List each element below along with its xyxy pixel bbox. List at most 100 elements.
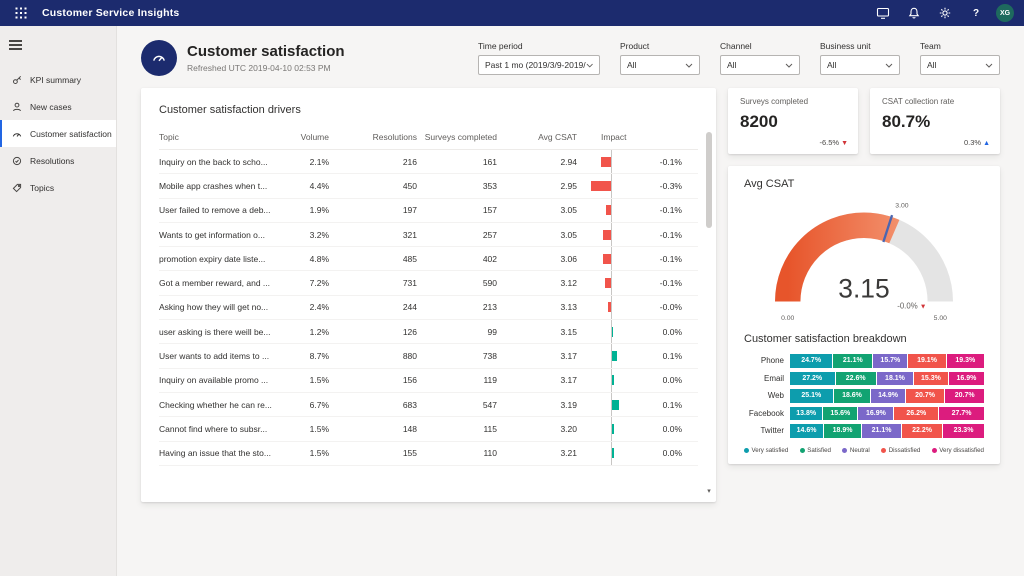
- bar-segment[interactable]: 24.7%: [790, 354, 832, 368]
- column-header-topic[interactable]: Topic: [159, 132, 281, 142]
- bar-segment[interactable]: 13.8%: [790, 407, 822, 421]
- kpi-value: 8200: [740, 112, 846, 132]
- sidebar-item-customer-satisfaction[interactable]: Customer satisfaction: [0, 120, 116, 147]
- topic-cell: User wants to add items to ...: [159, 351, 281, 361]
- time-period-dropdown[interactable]: Past 1 mo (2019/3/9-2019/...: [478, 55, 600, 75]
- bar-segment[interactable]: 27.2%: [790, 372, 835, 386]
- sidebar-item-resolutions[interactable]: Resolutions: [0, 147, 116, 174]
- surveys-cell: 99: [417, 327, 497, 337]
- channel-dropdown[interactable]: All: [720, 55, 800, 75]
- resolutions-cell: 321: [329, 230, 417, 240]
- topic-cell: Mobile app crashes when t...: [159, 181, 281, 191]
- help-icon[interactable]: ?: [965, 2, 987, 24]
- table-scrollbar[interactable]: ▾: [705, 132, 713, 496]
- impact-cell: 0.0%: [577, 320, 698, 343]
- impact-bar-area: [587, 174, 635, 197]
- bar-segment[interactable]: 20.7%: [906, 389, 945, 403]
- table-row[interactable]: User wants to add items to ...8.7%880738…: [159, 344, 698, 368]
- hamburger-menu-icon[interactable]: [9, 34, 37, 56]
- impact-cell: -0.1%: [577, 199, 698, 222]
- column-header-surveys[interactable]: Surveys completed: [417, 132, 497, 142]
- bar-segment[interactable]: 16.9%: [949, 372, 984, 386]
- channel-label: Facebook: [744, 409, 790, 418]
- bar-segment[interactable]: 20.7%: [945, 389, 984, 403]
- bar-segment[interactable]: 22.2%: [902, 424, 942, 438]
- bar-segment[interactable]: 21.1%: [862, 424, 901, 438]
- column-header-csat[interactable]: Avg CSAT: [497, 132, 577, 142]
- impact-cell: -0.3%: [577, 174, 698, 197]
- person-icon: [12, 102, 23, 112]
- team-dropdown[interactable]: All: [920, 55, 1000, 75]
- bar-segment[interactable]: 25.1%: [790, 389, 833, 403]
- legend-item[interactable]: Very dissatisfied: [932, 447, 984, 454]
- volume-cell: 1.5%: [281, 375, 329, 385]
- settings-gear-icon[interactable]: [934, 2, 956, 24]
- impact-zero-line: [611, 223, 612, 246]
- column-header-resolutions[interactable]: Resolutions: [329, 132, 417, 142]
- table-row[interactable]: Having an issue that the sto...1.5%15511…: [159, 442, 698, 466]
- table-row[interactable]: Mobile app crashes when t...4.4%4503532.…: [159, 174, 698, 198]
- sidebar-item-kpi-summary[interactable]: KPI summary: [0, 66, 116, 93]
- table-row[interactable]: Asking how they will get no...2.4%244213…: [159, 296, 698, 320]
- impact-bar: [606, 205, 611, 215]
- bar-segment[interactable]: 18.6%: [834, 389, 871, 403]
- bar-segment[interactable]: 22.6%: [836, 372, 876, 386]
- business-unit-dropdown[interactable]: All: [820, 55, 900, 75]
- screen: Customer Service Insights ?: [0, 0, 1024, 576]
- table-row[interactable]: Checking whether he can re...6.7%6835473…: [159, 393, 698, 417]
- feedback-monitor-icon[interactable]: [872, 2, 894, 24]
- bar-segment[interactable]: 26.2%: [894, 407, 938, 421]
- volume-cell: 1.2%: [281, 327, 329, 337]
- legend-item[interactable]: Dissatisfied: [881, 447, 920, 454]
- column-header-volume[interactable]: Volume: [281, 132, 329, 142]
- volume-cell: 8.7%: [281, 351, 329, 361]
- table-row[interactable]: User failed to remove a deb...1.9%197157…: [159, 199, 698, 223]
- topic-cell: promotion expiry date liste...: [159, 254, 281, 264]
- table-row[interactable]: promotion expiry date liste...4.8%485402…: [159, 247, 698, 271]
- scroll-down-icon[interactable]: ▾: [705, 488, 713, 496]
- impact-bar-area: [587, 150, 635, 173]
- tag-icon: [12, 183, 23, 193]
- table-row[interactable]: Inquiry on available promo ...1.5%156119…: [159, 369, 698, 393]
- volume-cell: 7.2%: [281, 278, 329, 288]
- bar-segment[interactable]: 19.1%: [908, 354, 945, 368]
- bar-segment[interactable]: 21.1%: [833, 354, 872, 368]
- topic-cell: Checking whether he can re...: [159, 400, 281, 410]
- scrollbar-thumb[interactable]: [706, 132, 712, 228]
- bar-segment[interactable]: 18.1%: [877, 372, 913, 386]
- table-row[interactable]: user asking is there weill be...1.2%1269…: [159, 320, 698, 344]
- legend-item[interactable]: Satisfied: [800, 447, 831, 454]
- volume-cell: 2.4%: [281, 302, 329, 312]
- table-row[interactable]: Wants to get information o...3.2%3212573…: [159, 223, 698, 247]
- breakdown-chart: Phone24.7%21.1%15.7%19.1%19.3%Email27.2%…: [744, 354, 984, 438]
- bar-segment[interactable]: 19.3%: [947, 354, 984, 368]
- app-launcher-waffle-icon[interactable]: [10, 2, 32, 24]
- bar-segment[interactable]: 15.6%: [823, 407, 857, 421]
- bar-segment[interactable]: 15.3%: [914, 372, 948, 386]
- column-header-impact[interactable]: Impact: [577, 132, 698, 142]
- bar-segment[interactable]: 18.9%: [824, 424, 861, 438]
- sidebar-item-new-cases[interactable]: New cases: [0, 93, 116, 120]
- bar-segment[interactable]: 16.9%: [858, 407, 893, 421]
- legend-item[interactable]: Neutral: [842, 447, 869, 454]
- impact-value: -0.1%: [660, 278, 698, 288]
- table-row[interactable]: Cannot find where to subsr...1.5%1481153…: [159, 417, 698, 441]
- gauge-target-label: 3.00: [895, 203, 908, 210]
- product-dropdown[interactable]: All: [620, 55, 700, 75]
- bar-segment[interactable]: 27.7%: [939, 407, 984, 421]
- sidebar-item-topics[interactable]: Topics: [0, 174, 116, 201]
- resolutions-cell: 216: [329, 157, 417, 167]
- table-row[interactable]: Got a member reward, and ...7.2%7315903.…: [159, 271, 698, 295]
- bar-segment[interactable]: 14.9%: [871, 389, 904, 403]
- legend-item[interactable]: Very satisfied: [744, 447, 788, 454]
- bar-segment[interactable]: 23.3%: [943, 424, 984, 438]
- impact-bar-area: [587, 271, 635, 294]
- table-row[interactable]: Inquiry on the back to scho...2.1%216161…: [159, 150, 698, 174]
- gauge-title: Avg CSAT: [744, 178, 984, 190]
- chevron-down-icon: [985, 63, 993, 68]
- notifications-bell-icon[interactable]: [903, 2, 925, 24]
- avatar[interactable]: XG: [996, 4, 1014, 22]
- bar-segment[interactable]: 14.6%: [790, 424, 823, 438]
- bar-segment[interactable]: 15.7%: [873, 354, 907, 368]
- resolutions-cell: 880: [329, 351, 417, 361]
